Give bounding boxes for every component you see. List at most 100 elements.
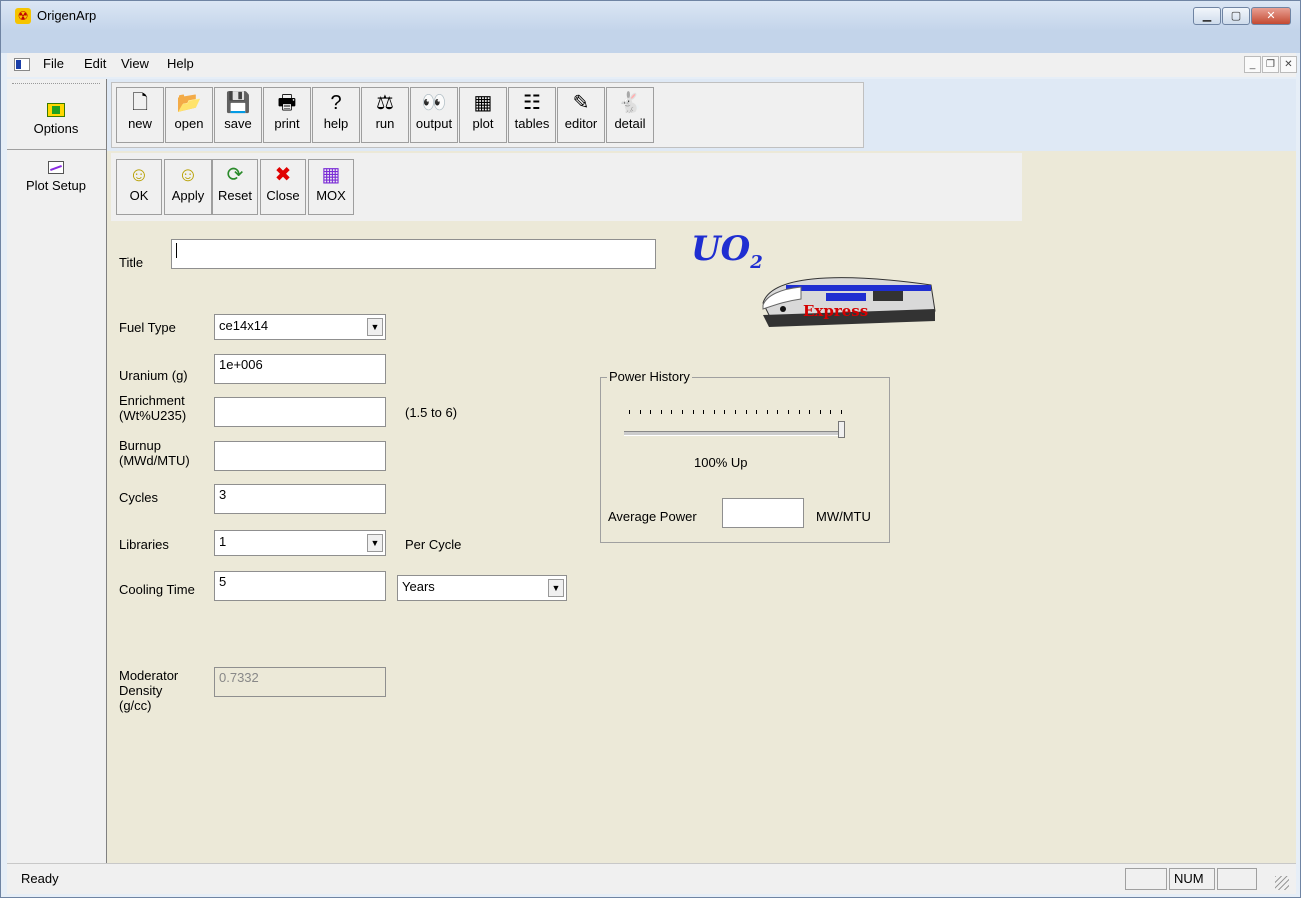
- slider-tick: [777, 410, 779, 414]
- new-button[interactable]: 🗋 new: [116, 87, 164, 143]
- libraries-value: 1: [219, 534, 227, 549]
- minimize-button[interactable]: ▁: [1193, 7, 1221, 25]
- open-button[interactable]: 📂 open: [165, 87, 213, 143]
- power-slider-value: 100% Up: [694, 455, 748, 470]
- close-button[interactable]: ✕: [1251, 7, 1291, 25]
- plot-button[interactable]: ▦ plot: [459, 87, 507, 143]
- moderator-label-line1: Moderator: [119, 668, 179, 683]
- output-button-label: output: [415, 116, 453, 131]
- dropdown-arrow-icon[interactable]: ▼: [548, 579, 564, 597]
- power-slider-track[interactable]: [624, 431, 844, 436]
- cooling-time-input[interactable]: 5: [214, 571, 386, 601]
- burnup-input[interactable]: [214, 441, 386, 471]
- help-button[interactable]: ? help: [312, 87, 360, 143]
- save-button[interactable]: 💾 save: [214, 87, 262, 143]
- slider-tick: [809, 410, 811, 414]
- slider-tick: [788, 410, 789, 414]
- menu-file[interactable]: File: [43, 56, 64, 71]
- maximize-button[interactable]: ▢: [1222, 7, 1250, 25]
- status-text: Ready: [21, 871, 59, 886]
- slider-tick: [756, 410, 758, 414]
- plot-button-label: plot: [472, 116, 494, 131]
- enrichment-input[interactable]: [214, 397, 386, 427]
- run-button[interactable]: ⚖ run: [361, 87, 409, 143]
- menu-edit[interactable]: Edit: [84, 56, 106, 71]
- slider-tick: [766, 410, 768, 414]
- editor-button[interactable]: ✎ editor: [557, 87, 605, 143]
- slider-tick: [745, 410, 747, 414]
- detail-button[interactable]: 🐇 detail: [606, 87, 654, 143]
- moderator-label-line3: (g/cc): [119, 698, 152, 713]
- plot-icon: ▦: [473, 92, 493, 114]
- libraries-label: Libraries: [119, 537, 169, 552]
- shortcut-bar: Options Plot Setup: [7, 79, 107, 863]
- save-button-label: save: [224, 116, 252, 131]
- close-button[interactable]: ✖ Close: [260, 159, 306, 215]
- burnup-label-line2: (MWd/MTU): [119, 453, 190, 468]
- mox-button[interactable]: ▦ MOX: [308, 159, 354, 215]
- apply-button[interactable]: ☺ Apply: [164, 159, 212, 215]
- apply-button-label: Apply: [171, 188, 205, 203]
- mdi-close-button[interactable]: ✕: [1280, 56, 1297, 73]
- options-shortcut[interactable]: Options: [9, 103, 103, 136]
- print-button[interactable]: 🖶 print: [263, 87, 311, 143]
- slider-tick: [830, 410, 832, 414]
- menu-view[interactable]: View: [121, 56, 149, 71]
- plot-setup-shortcut[interactable]: Plot Setup: [9, 161, 103, 193]
- new-button-label: new: [128, 116, 152, 131]
- cooling-unit-select[interactable]: Years ▼: [397, 575, 567, 601]
- printer-icon: 🖶: [277, 92, 297, 114]
- ok-button[interactable]: ☺ OK: [116, 159, 162, 215]
- cooling-time-label: Cooling Time: [119, 582, 195, 597]
- average-power-input[interactable]: [722, 498, 804, 528]
- help-button-label: help: [323, 116, 349, 131]
- burnup-label: Burnup (MWd/MTU): [119, 438, 190, 468]
- power-slider-thumb[interactable]: [838, 421, 845, 438]
- cycles-input[interactable]: 3: [214, 484, 386, 514]
- reset-button-label: Reset: [218, 188, 252, 203]
- moderator-label-line2: Density: [119, 683, 163, 698]
- detail-button-label: detail: [614, 116, 646, 131]
- slider-tick: [650, 410, 652, 414]
- tables-button[interactable]: ☷ tables: [508, 87, 556, 143]
- options-icon: [47, 103, 65, 117]
- train-icon: [762, 277, 936, 327]
- title-input[interactable]: [171, 239, 656, 269]
- reset-button[interactable]: ⟳ Reset: [212, 159, 258, 215]
- cooling-unit-value: Years: [402, 579, 435, 594]
- enrichment-label-line2: (Wt%U235): [119, 408, 187, 423]
- dropdown-arrow-icon[interactable]: ▼: [367, 534, 383, 552]
- moderator-density-label: Moderator Density (g/cc): [119, 668, 178, 713]
- slider-tick: [819, 410, 821, 414]
- rabbit-icon: 🐇: [617, 92, 643, 114]
- status-pane-scrl: [1217, 868, 1257, 890]
- scales-icon: ⚖: [376, 92, 394, 114]
- pencil-icon: ✎: [572, 92, 590, 114]
- shortcut-divider: [7, 149, 106, 150]
- mdi-restore-button[interactable]: ❐: [1262, 56, 1279, 73]
- main-toolbar: 🗋 new 📂 open 💾 save 🖶 print? help ⚖ run 👀 output ▦ plo…: [111, 82, 864, 148]
- document-icon[interactable]: [14, 58, 30, 71]
- table-icon: ☷: [523, 92, 541, 114]
- dropdown-arrow-icon[interactable]: ▼: [367, 318, 383, 336]
- slider-tick: [692, 410, 694, 414]
- save-disk-icon: 💾: [225, 92, 251, 114]
- smiley-icon: ☺: [128, 164, 150, 186]
- resize-grip-icon[interactable]: [1275, 876, 1289, 890]
- tables-button-label: tables: [514, 116, 550, 131]
- uo2-express-logo: UO2 Express: [691, 229, 951, 341]
- mdi-minimize-button[interactable]: _: [1244, 56, 1261, 73]
- editor-button-label: editor: [564, 116, 598, 131]
- enrichment-label: Enrichment (Wt%U235): [119, 393, 186, 423]
- fuel-type-value: ce14x14: [219, 318, 269, 333]
- run-button-label: run: [375, 116, 395, 131]
- menu-help[interactable]: Help: [167, 56, 194, 71]
- output-button[interactable]: 👀 output: [410, 87, 458, 143]
- libraries-select[interactable]: 1 ▼: [214, 530, 386, 556]
- uranium-input[interactable]: 1e+006: [214, 354, 386, 384]
- menu-bar: File Edit View Help _ ❐ ✕: [7, 53, 1297, 77]
- fuel-type-select[interactable]: ce14x14 ▼: [214, 314, 386, 340]
- action-toolbar: ☺ OK ☺ Apply ⟳ Reset ✖ Close ▦ MOX: [111, 153, 1022, 221]
- average-power-unit: MW/MTU: [816, 509, 871, 524]
- slider-tick: [713, 410, 715, 414]
